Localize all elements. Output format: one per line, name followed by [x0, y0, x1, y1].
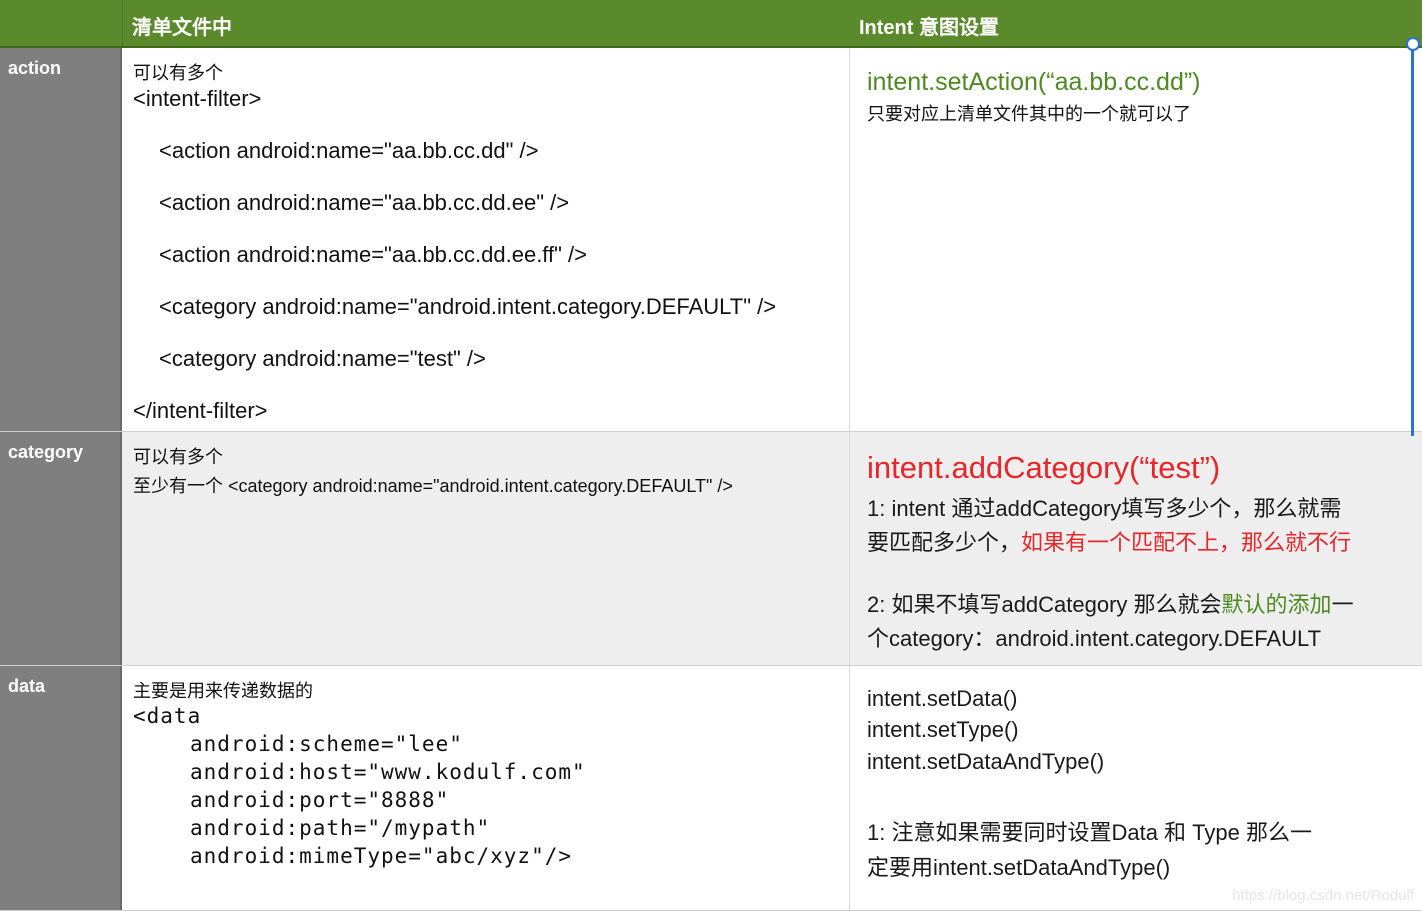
watermark: https://blog.csdn.net/Rodulf — [1232, 887, 1414, 904]
row-label-cell: category — [0, 432, 122, 665]
row-label-category: category — [8, 442, 84, 462]
data-attr-host: android:host="www.kodulf.com" — [190, 760, 586, 784]
manifest-cell-action: 可以有多个 <intent-filter> <action android:na… — [124, 48, 850, 431]
category-rule-1-warning: 如果有一个匹配不上，那么就不行 — [1021, 530, 1352, 555]
data-attr-port: android:port="8888" — [190, 788, 450, 812]
table-header: 清单文件中 Intent 意图设置 — [0, 0, 1422, 48]
table-row-data: data 主要是用来传递数据的 <data android:scheme="le… — [0, 666, 1422, 911]
manifest-cell-data: 主要是用来传递数据的 <data android:scheme="lee" an… — [124, 666, 850, 910]
comparison-table: 清单文件中 Intent 意图设置 action 可以有多个 <intent-f… — [0, 0, 1422, 911]
intent-filter-close: </intent-filter> — [133, 398, 268, 423]
intent-cell-data: intent.setData() intent.setType() intent… — [851, 666, 1422, 910]
intent-cell-action: intent.setAction(“aa.bb.cc.dd”) 只要对应上清单文… — [851, 48, 1422, 431]
category-line-default: <category android:name="android.intent.c… — [159, 294, 777, 319]
header-manifest: 清单文件中 — [132, 17, 232, 39]
table-row-action: action 可以有多个 <intent-filter> <action and… — [0, 48, 1422, 432]
data-attr-mimetype: android:mimeType="abc/xyz"/> — [190, 844, 573, 868]
data-type-note-line-2: 定要用intent.setDataAndType() — [867, 855, 1171, 880]
set-data-and-type-method: intent.setDataAndType() — [867, 749, 1105, 774]
data-attr-path: android:path="/mypath" — [190, 816, 491, 840]
row-label-action: action — [8, 58, 62, 78]
category-line-test: <category android:name="test" /> — [159, 346, 486, 371]
data-type-note-line-1: 1: 注意如果需要同时设置Data 和 Type 那么一 — [867, 820, 1312, 845]
category-rule-1-line-2: 要匹配多少个，如果有一个匹配不上，那么就不行 — [867, 530, 1352, 555]
set-action-code: intent.setAction(“aa.bb.cc.dd”) — [867, 68, 1201, 96]
data-attr-scheme: android:scheme="lee" — [190, 732, 463, 756]
category-rule-2-highlight: 默认的添加 — [1221, 592, 1332, 617]
category-min-line: 至少有一个 <category android:name="android.in… — [133, 476, 733, 496]
add-category-code: intent.addCategory(“test”) — [867, 450, 1221, 485]
resize-handle[interactable] — [1406, 37, 1420, 51]
manifest-cell-category: 可以有多个 至少有一个 <category android:name="andr… — [124, 432, 850, 665]
set-action-desc: 只要对应上清单文件其中的一个就可以了 — [867, 104, 1191, 124]
row-label-cell: data — [0, 666, 122, 910]
header-corner-cell — [0, 0, 123, 46]
selection-edge[interactable] — [1411, 44, 1414, 436]
table-row-category: category 可以有多个 至少有一个 <category android:n… — [0, 432, 1422, 666]
category-rule-1-line-1: 1: intent 通过addCategory填写多少个，那么就需 — [867, 496, 1342, 521]
set-type-method: intent.setType() — [867, 717, 1019, 742]
category-rule-2-line-1: 2: 如果不填写addCategory 那么就会默认的添加一 — [867, 592, 1354, 617]
action-note: 可以有多个 — [133, 63, 223, 83]
action-line-3: <action android:name="aa.bb.cc.dd.ee.ff"… — [159, 242, 588, 267]
data-note: 主要是用来传递数据的 — [133, 681, 313, 701]
category-rule-2-line-2: 个category：android.intent.category.DEFAUL… — [867, 626, 1322, 651]
data-tag-open: <data — [133, 704, 202, 728]
set-data-method: intent.setData() — [867, 686, 1018, 711]
action-line-1: <action android:name="aa.bb.cc.dd" /> — [159, 138, 539, 163]
header-intent: Intent 意图设置 — [859, 17, 999, 39]
row-label-cell: action — [0, 48, 122, 431]
intent-cell-category: intent.addCategory(“test”) 1: intent 通过a… — [851, 432, 1422, 665]
intent-filter-open: <intent-filter> — [133, 86, 262, 111]
category-note: 可以有多个 — [133, 447, 223, 467]
row-label-data: data — [8, 676, 46, 696]
action-line-2: <action android:name="aa.bb.cc.dd.ee" /> — [159, 190, 570, 215]
